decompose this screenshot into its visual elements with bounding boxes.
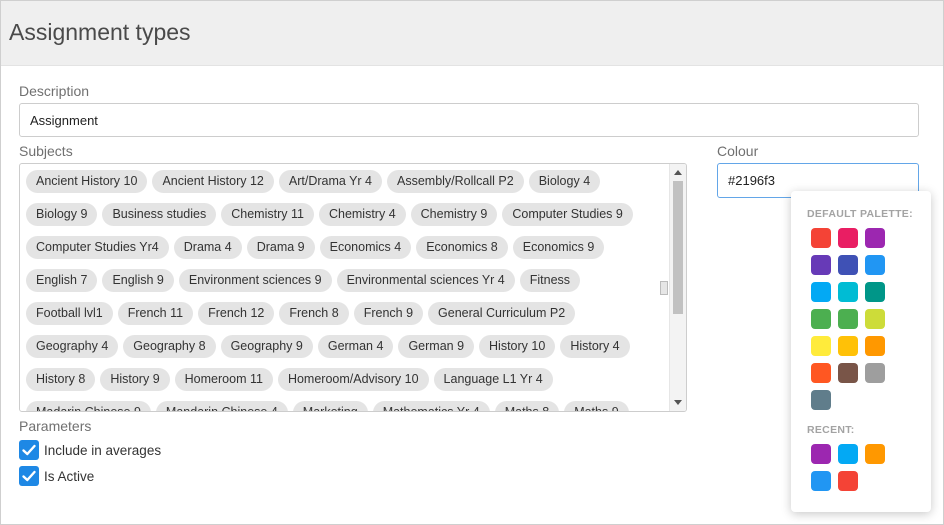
recent-colour-swatch[interactable] (811, 444, 831, 464)
subject-chip[interactable]: Mandarin Chinese 4 (155, 401, 288, 411)
default-colour-swatch[interactable] (865, 228, 885, 248)
default-colour-swatch[interactable] (838, 282, 858, 302)
scrollbar-thumb[interactable] (673, 181, 683, 314)
include-in-averages-checkbox[interactable] (19, 440, 39, 460)
subject-chip[interactable]: Geography 4 (26, 335, 119, 358)
is-active-checkbox[interactable] (19, 466, 39, 486)
subject-chip[interactable]: History 10 (479, 335, 556, 358)
default-colour-swatch[interactable] (865, 336, 885, 356)
subject-chip[interactable]: Environment sciences 9 (178, 269, 332, 292)
arrow-down-icon[interactable] (674, 400, 682, 405)
colour-palette-popup: DEFAULT PALETTE: RECENT: (791, 191, 931, 512)
dialog: Assignment types Description Assignment … (0, 0, 944, 525)
subject-chip[interactable]: German 9 (398, 335, 475, 358)
default-colour-swatch[interactable] (811, 390, 831, 410)
subject-chip[interactable]: French 8 (279, 302, 349, 325)
subject-chip[interactable]: French 11 (117, 302, 194, 325)
subject-chip[interactable]: Economics 4 (319, 236, 412, 259)
subjects-list[interactable]: Ancient History 10 Ancient History 12 Art/… (19, 163, 687, 412)
default-colour-swatch[interactable] (865, 282, 885, 302)
default-colour-swatch[interactable] (838, 336, 858, 356)
page-title: Assignment types (9, 19, 191, 45)
subject-chip[interactable]: History 4 (560, 335, 630, 358)
default-colour-swatch[interactable] (811, 363, 831, 383)
subject-chip[interactable]: Ancient History 12 (152, 170, 274, 193)
subject-chip[interactable]: Biology 9 (26, 203, 98, 226)
check-icon (22, 444, 36, 456)
subject-chip[interactable]: Marketing (292, 401, 368, 411)
default-colour-swatch[interactable] (865, 309, 885, 329)
subjects-label: Subjects (19, 143, 73, 159)
subject-chip[interactable]: Business studies (102, 203, 217, 226)
subject-chip[interactable]: Art/Drama Yr 4 (278, 170, 382, 193)
subject-chip[interactable]: Biology 4 (528, 170, 601, 193)
default-colour-swatch[interactable] (838, 255, 858, 275)
subject-chip[interactable]: Chemistry 11 (221, 203, 314, 226)
include-in-averages-label: Include in averages (44, 443, 162, 458)
description-field[interactable]: Assignment (19, 103, 919, 137)
subject-chips: Ancient History 10 Ancient History 12 Art/… (26, 170, 666, 411)
subject-chip[interactable]: Computer Studies Yr4 (26, 236, 169, 259)
subject-chip[interactable]: General Curriculum P2 (428, 302, 576, 325)
subject-chip[interactable]: Economics 9 (512, 236, 605, 259)
subject-chip[interactable]: Assembly/Rollcall P2 (387, 170, 524, 193)
subject-chip[interactable]: Football lvl1 (26, 302, 113, 325)
resize-handle[interactable] (660, 281, 668, 295)
subject-chip[interactable]: Geography 8 (123, 335, 216, 358)
is-active-label: Is Active (44, 469, 95, 484)
default-colour-swatch[interactable] (838, 228, 858, 248)
subject-chip[interactable]: Drama 9 (246, 236, 315, 259)
subject-chip[interactable]: Mathematics Yr 4 (372, 401, 490, 411)
subject-chip[interactable]: Economics 8 (416, 236, 508, 259)
parameters-label: Parameters (19, 418, 92, 434)
arrow-up-icon[interactable] (674, 170, 682, 175)
subject-chip[interactable]: Madarin Chinese 9 (26, 401, 151, 411)
default-colour-swatch[interactable] (811, 336, 831, 356)
subject-chip[interactable]: History 9 (100, 368, 170, 391)
subject-chip[interactable]: Maths 8 (494, 401, 560, 411)
subject-chip[interactable]: German 4 (317, 335, 394, 358)
recent-heading: RECENT: (807, 424, 855, 436)
default-colour-swatch[interactable] (838, 363, 858, 383)
subject-chip[interactable]: History 8 (26, 368, 96, 391)
default-palette-heading: DEFAULT PALETTE: (807, 208, 913, 220)
subject-chip[interactable]: English 7 (26, 269, 98, 292)
subject-chip[interactable]: Geography 9 (220, 335, 313, 358)
subject-chip[interactable]: Ancient History 10 (26, 170, 148, 193)
default-colour-swatch[interactable] (865, 255, 885, 275)
subject-chip[interactable]: English 9 (102, 269, 174, 292)
default-colour-swatch[interactable] (811, 255, 831, 275)
recent-colour-swatch[interactable] (865, 444, 885, 464)
subject-chip[interactable]: Homeroom/Advisory 10 (277, 368, 429, 391)
subject-chip[interactable]: Computer Studies 9 (502, 203, 633, 226)
subject-chip[interactable]: French 9 (353, 302, 424, 325)
subject-chip[interactable]: Homeroom 11 (174, 368, 273, 391)
subject-chip[interactable]: Environmental sciences Yr 4 (336, 269, 515, 292)
recent-colour-swatch[interactable] (838, 444, 858, 464)
subject-chip[interactable]: Maths 9 (564, 401, 629, 411)
subject-chip[interactable]: Drama 4 (173, 236, 242, 259)
subject-chip[interactable]: Chemistry 9 (410, 203, 498, 226)
page-header: Assignment types (1, 1, 943, 66)
default-colour-swatch[interactable] (811, 309, 831, 329)
recent-colour-swatch[interactable] (838, 471, 858, 491)
default-colour-swatch[interactable] (811, 228, 831, 248)
subject-chip[interactable]: Fitness (519, 269, 581, 292)
default-colour-swatch[interactable] (865, 363, 885, 383)
default-colour-swatch[interactable] (811, 282, 831, 302)
subject-chip[interactable]: Chemistry 4 (318, 203, 406, 226)
default-colour-swatch[interactable] (838, 309, 858, 329)
recent-colour-swatch[interactable] (811, 471, 831, 491)
check-icon (22, 470, 36, 482)
subject-chip[interactable]: Language L1 Yr 4 (433, 368, 553, 391)
subjects-scrollbar[interactable] (669, 164, 686, 411)
colour-label: Colour (717, 143, 759, 159)
subject-chip[interactable]: French 12 (198, 302, 275, 325)
description-label: Description (19, 83, 90, 99)
